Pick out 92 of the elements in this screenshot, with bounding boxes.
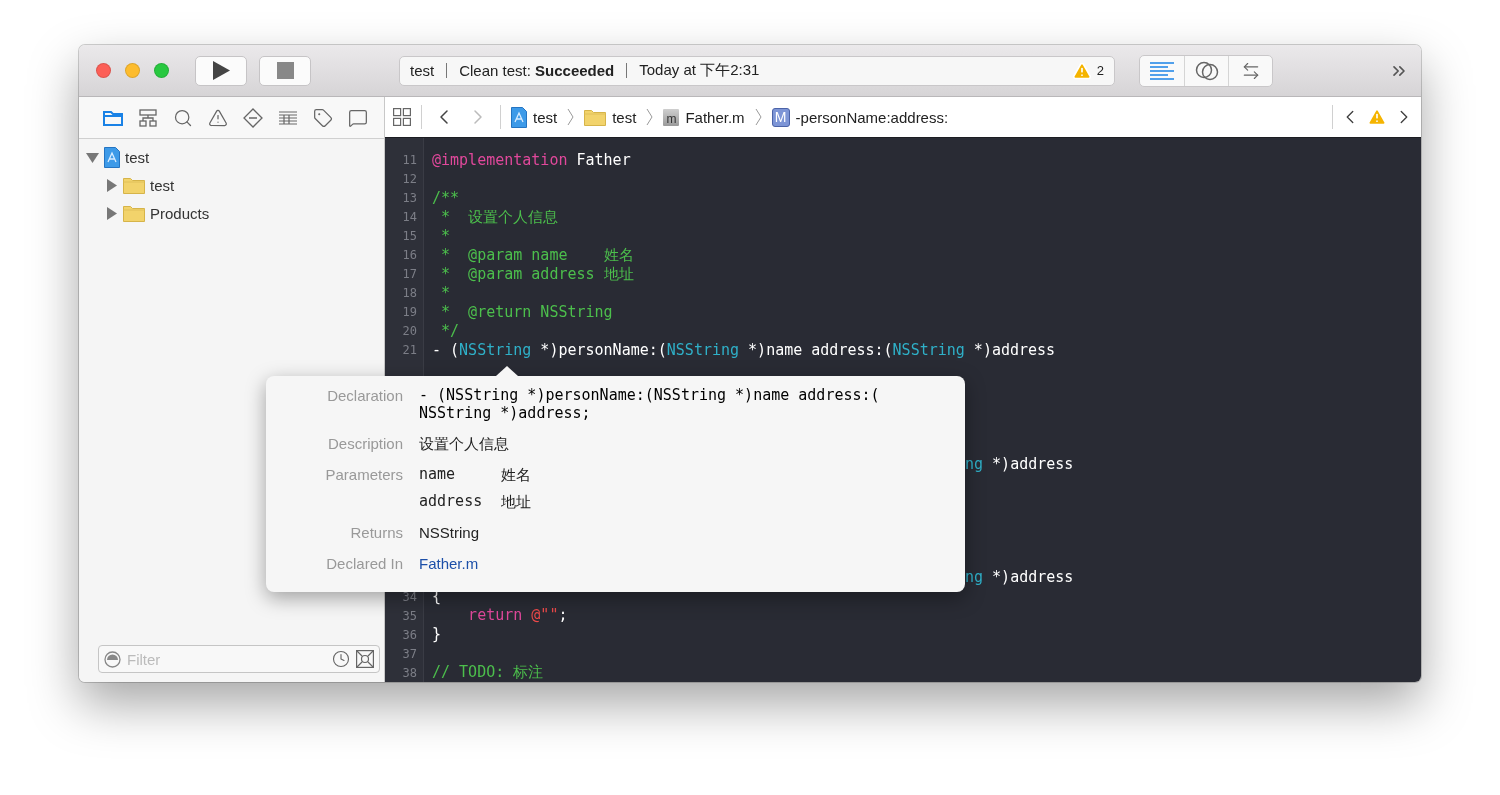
- grid-icon[interactable]: [393, 108, 411, 126]
- path-item[interactable]: test: [612, 108, 637, 126]
- build-status: Clean test: Succeeded: [459, 62, 615, 79]
- code-line: * @return NSString: [440, 302, 613, 322]
- warning-icon: [1367, 107, 1387, 127]
- build-time: Today at 下午2:31: [639, 61, 760, 80]
- code-line: * @param name 姓名: [440, 245, 634, 265]
- code-line: ng *)address: [965, 454, 1074, 474]
- code-line: * 设置个人信息: [440, 207, 559, 227]
- disclosure-triangle[interactable]: [105, 206, 118, 220]
- filter-icon: [104, 650, 121, 668]
- help-label: Parameters: [324, 465, 403, 485]
- hierarchy-icon: [138, 107, 158, 128]
- code-line: return @"";: [467, 606, 568, 626]
- help-label: Declared In: [325, 554, 403, 573]
- line-number: 14: [402, 210, 417, 225]
- help-text: NSString: [419, 523, 480, 542]
- scheme-name: test: [410, 62, 435, 79]
- parameter-name: name: [419, 465, 457, 484]
- line-number: 17: [402, 267, 417, 282]
- path-item[interactable]: -personName:address:: [795, 108, 949, 126]
- filter-field[interactable]: Filter: [98, 645, 380, 673]
- play-icon: [212, 61, 230, 80]
- help-label: Description: [326, 434, 403, 453]
- code-line: */: [440, 321, 460, 341]
- diamond-icon: [243, 107, 263, 128]
- tag-icon: [313, 107, 333, 128]
- parameter-name: address: [419, 492, 484, 511]
- method-icon: M: [771, 107, 790, 127]
- speech-bubble-icon: [348, 107, 368, 128]
- code-line: ng *)address: [965, 568, 1074, 588]
- filter-input[interactable]: Filter: [127, 650, 326, 668]
- run-button[interactable]: [195, 55, 247, 86]
- tree-item-label[interactable]: test: [150, 176, 175, 194]
- overlapping-circles-icon: [1194, 60, 1219, 81]
- warning-icon: [208, 107, 228, 128]
- code-line: }: [432, 625, 442, 645]
- line-number: 18: [402, 286, 417, 301]
- line-number: 13: [402, 191, 417, 206]
- line-number: 11: [402, 153, 417, 168]
- warning-count[interactable]: 2: [1096, 63, 1104, 78]
- project-file-icon: [511, 106, 527, 128]
- code-line: @implementation Father: [432, 151, 631, 170]
- line-number: 15: [402, 229, 417, 244]
- line-number: 37: [402, 646, 417, 661]
- declaration-code: - (NSString *)personName:(NSString *)name address:( NSString *)address;: [419, 386, 880, 422]
- code-line: *: [440, 283, 451, 303]
- file-icon: m: [663, 108, 680, 126]
- help-label: Declaration: [326, 386, 403, 406]
- line-number: 38: [402, 665, 417, 680]
- declared-in-link[interactable]: Father.m: [419, 554, 479, 573]
- line-number: 36: [402, 627, 417, 642]
- help-text: 设置个人信息: [419, 434, 509, 453]
- code-line: - (NSString *)personName:(NSString *)name address:(NSString *)address: [432, 340, 1056, 360]
- text-lines-icon: [1149, 60, 1175, 81]
- chevron-icon: [646, 108, 654, 126]
- clock-icon[interactable]: [332, 650, 350, 668]
- project-file-icon: [104, 146, 120, 168]
- help-label: Returns: [349, 523, 403, 542]
- code-line: * @param address 地址: [440, 264, 634, 284]
- code-line: // TODO: 标注: [432, 663, 544, 682]
- navigator-tab[interactable]: [242, 106, 264, 129]
- folder-icon: [584, 108, 607, 126]
- search-icon: [173, 107, 193, 128]
- line-number: 12: [402, 172, 417, 187]
- line-number: 21: [402, 343, 417, 358]
- scope-icon[interactable]: [356, 650, 374, 668]
- warning-icon: [1071, 60, 1092, 81]
- stop-button[interactable]: [259, 55, 311, 86]
- navigator-tab[interactable]: [137, 106, 159, 129]
- code-line: *: [440, 226, 451, 246]
- line-number: 20: [402, 324, 417, 339]
- line-number: 34: [402, 589, 417, 604]
- parameter-description: 地址: [501, 492, 531, 511]
- navigator-tab[interactable]: [312, 106, 334, 129]
- chevron-icon: [754, 108, 762, 126]
- line-number: 19: [402, 305, 417, 320]
- tree-item-label[interactable]: Products: [150, 204, 210, 222]
- stop-icon: [276, 62, 294, 79]
- line-number: 16: [402, 248, 417, 263]
- parameter-description: 姓名: [501, 465, 531, 484]
- disclosure-triangle[interactable]: [105, 178, 118, 192]
- disclosure-triangle[interactable]: [86, 150, 99, 164]
- line-number: 35: [402, 608, 417, 623]
- path-item[interactable]: test: [533, 108, 558, 126]
- folder-icon: [123, 176, 145, 194]
- tree-item-label[interactable]: test: [125, 148, 150, 166]
- path-item[interactable]: Father.m: [685, 108, 745, 126]
- folder-icon: [123, 204, 145, 222]
- chevron-icon: [567, 108, 575, 126]
- code-line: /**: [432, 188, 460, 208]
- close-button[interactable]: [96, 63, 111, 78]
